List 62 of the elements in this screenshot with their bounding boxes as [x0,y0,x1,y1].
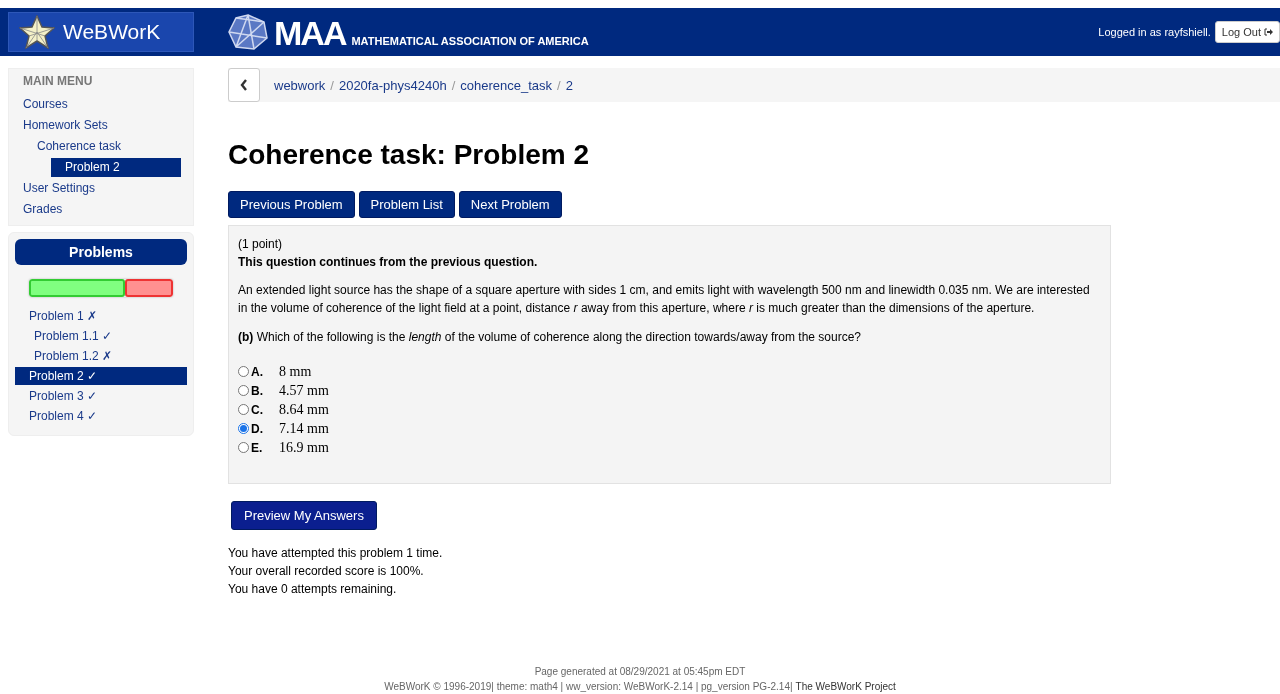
breadcrumb-link[interactable]: webwork [274,77,326,93]
logout-button[interactable]: Log Out [1214,21,1280,43]
option-letter: E. [251,440,264,455]
attempt-info-text: You have attempted this problem 1 time. [228,545,444,562]
problem-text: An extended light source has the shape of a square aperture with sides 1 cm, and emits light with wavelength 500 nm and linewidth 0.035 nm. We are interested in the volume of coherence of the light field at a point, distance r away from this aperture, where r is much greater than the dimensions of the aperture. [238,282,1091,317]
radio-button[interactable] [238,366,249,377]
menu-item[interactable]: Coherence task [37,137,193,156]
version-text: WeBWorK © 1996-2019| theme: math4 | ww_version: WeBWorK-2.14 | pg_version PG-2.14| [384,681,793,692]
menu-title: MAIN MENU [22,74,94,90]
breadcrumb-separator: / [451,77,456,93]
option-letter: D. [251,421,264,436]
problem-link[interactable]: Problem 1.2 ✗ [15,347,187,365]
breadcrumb-separator: / [330,77,334,93]
breadcrumb-link[interactable]: 2 [565,77,573,93]
question-text: (b) Which of the following is the length of the volume of coherence along the direction towards/away from the source? [238,329,863,346]
option-value: 16.9 mm [279,439,329,456]
menu-item[interactable]: Homework Sets [23,116,193,135]
brand-name: WeBWorK [63,20,161,44]
problem-link[interactable]: Problem 2 ✓ [15,367,187,385]
chevron-left-icon [240,79,248,91]
menu-item[interactable]: Courses [23,95,193,114]
maa-logo: MAA [274,16,346,50]
project-link[interactable]: The WeBWorK Project [795,681,896,692]
star-web-icon [19,15,55,49]
radio-button[interactable] [238,385,249,396]
problems-title: Problems [15,239,187,265]
option-letter: B. [251,383,264,398]
page-title: Coherence task: Problem 2 [228,139,591,171]
option-value: 8 mm [279,363,312,380]
option-value: 4.57 mm [279,382,329,399]
radio-button[interactable] [238,404,249,415]
menu-item[interactable]: User Settings [23,179,193,198]
option-value: 8.64 mm [279,401,329,418]
problem-link[interactable]: Problem 1.1 ✓ [15,327,187,345]
breadcrumb-link[interactable]: coherence_task [460,77,553,93]
webwork-logo[interactable]: WeBWorK [8,12,194,52]
problem-note: This question continues from the previous question. [238,254,539,271]
menu-item[interactable]: Grades [23,200,193,219]
menu-item[interactable]: Problem 2 [51,158,181,177]
option-value: 7.14 mm [279,420,329,437]
problem-link[interactable]: Problem 1 ✗ [15,307,187,325]
maa-name: MATHEMATICAL ASSOCIATION OF AMERICA [351,35,589,49]
preview-button[interactable]: Preview My Answers [231,501,377,530]
logout-icon [1264,28,1273,36]
option-letter: C. [251,402,264,417]
nav-button[interactable]: Problem List [358,191,455,218]
polyhedron-icon [228,14,268,50]
nav-button[interactable]: Previous Problem [228,191,355,218]
attempt-info-text: You have 0 attempts remaining. [228,581,398,598]
nav-button[interactable]: Next Problem [458,191,562,218]
problem-link[interactable]: Problem 4 ✓ [15,407,187,425]
back-button[interactable] [228,68,260,102]
radio-button[interactable] [238,423,249,434]
breadcrumb-separator: / [557,77,561,93]
logged-in-text: Logged in as rayfshiell. [1098,26,1211,38]
generated-text: Page generated at 08/29/2021 at 05:45pm EDT [534,666,746,677]
radio-button[interactable] [238,442,249,453]
points-text: (1 point) [238,236,284,253]
breadcrumb-link[interactable]: 2020fa-phys4240h [338,77,447,93]
problem-link[interactable]: Problem 3 ✓ [15,387,187,405]
option-letter: A. [251,364,264,379]
attempt-info-text: Your overall recorded score is 100%. [228,563,425,580]
